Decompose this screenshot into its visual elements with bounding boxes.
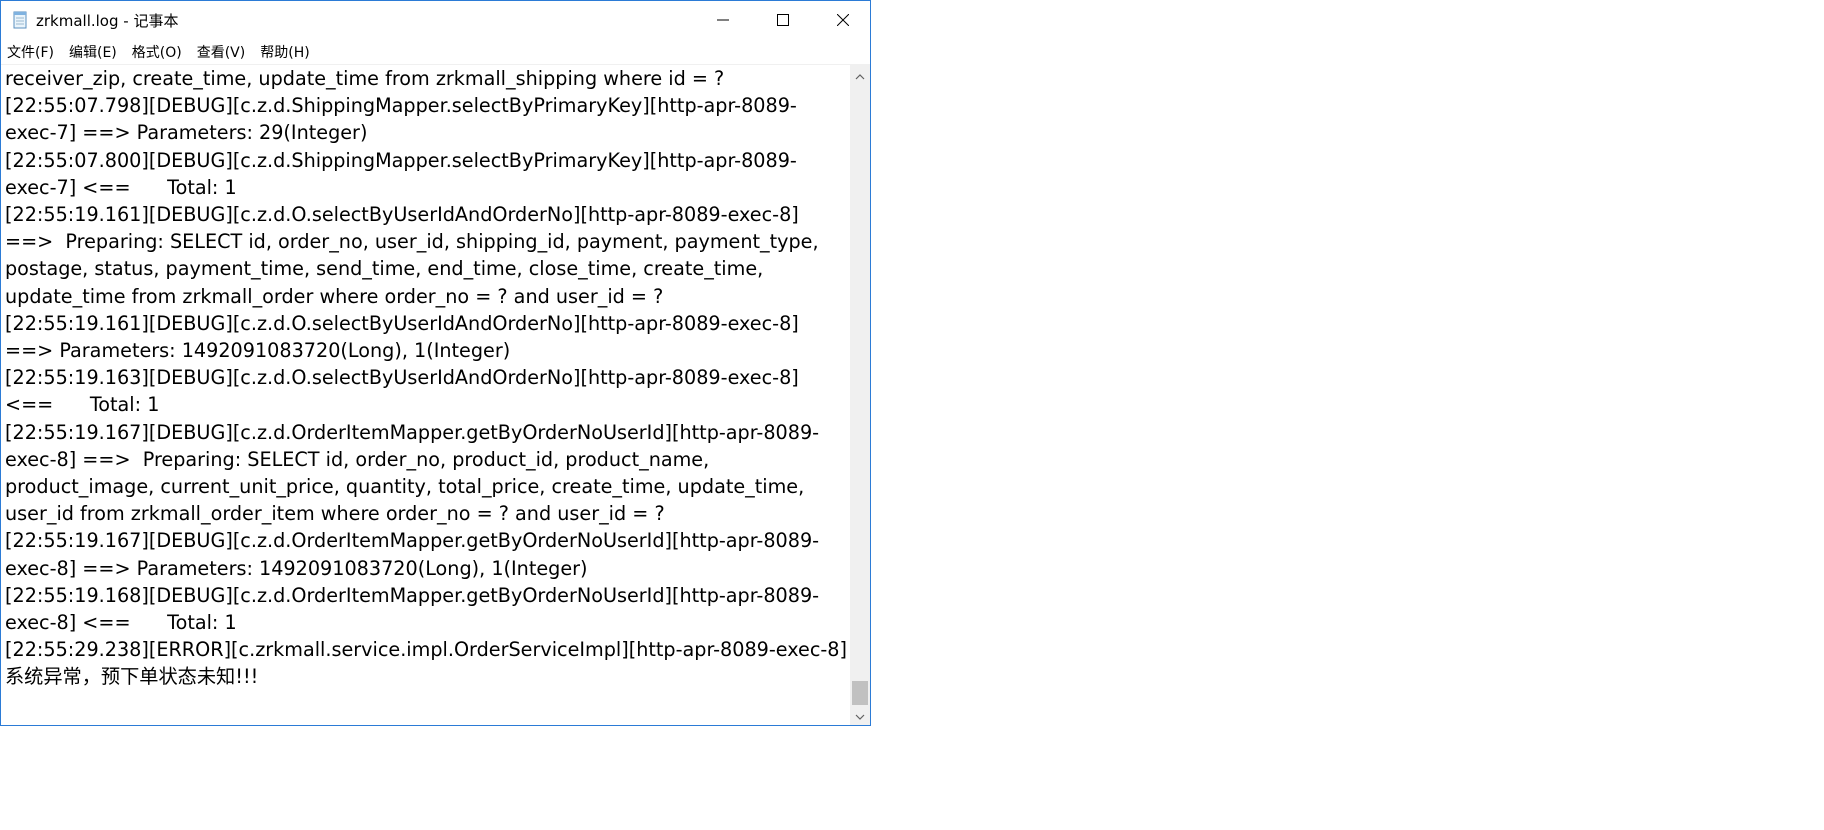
text-line: [22:55:19.163][DEBUG][c.z.d.O.selectByUs… [5,366,799,390]
text-line: user_id from zrkmall_order_item where or… [5,502,665,526]
scroll-down-button[interactable] [850,705,870,725]
text-line: exec-7] ==> Parameters: 29(Integer) [5,121,368,145]
chevron-down-icon [855,706,865,725]
notepad-icon [11,11,29,29]
text-line: exec-7] <== Total: 1 [5,175,237,199]
text-line: [22:55:19.161][DEBUG][c.z.d.O.selectByUs… [5,203,799,227]
text-line: exec-8] ==> Parameters: 1492091083720(Lo… [5,556,588,580]
text-line: [22:55:19.168][DEBUG][c.z.d.OrderItemMap… [5,583,820,607]
menu-edit[interactable]: 编辑(E) [69,42,117,62]
title-bar[interactable]: zrkmall.log - 记事本 [1,1,870,39]
text-line: [22:55:07.798][DEBUG][c.z.d.ShippingMapp… [5,94,797,118]
text-line: postage, status, payment_time, send_time… [5,257,764,281]
minimize-icon [717,11,729,30]
scrollbar-thumb[interactable] [852,681,868,705]
close-button[interactable] [811,1,875,39]
text-line: <== Total: 1 [5,393,160,417]
close-icon [836,11,850,30]
chevron-up-icon [855,66,865,85]
text-line: ==> Preparing: SELECT id, order_no, user… [5,230,819,254]
text-line: update_time from zrkmall_order where ord… [5,284,664,308]
text-line: [22:55:29.238][ERROR][c.zrkmall.service.… [5,638,847,662]
menu-view[interactable]: 查看(V) [197,42,246,62]
menu-format[interactable]: 格式(O) [132,42,182,62]
text-line: [22:55:07.800][DEBUG][c.z.d.ShippingMapp… [5,148,797,172]
window-title: zrkmall.log - 记事本 [36,12,179,30]
text-line: exec-8] ==> Preparing: SELECT id, order_… [5,447,710,471]
menu-help[interactable]: 帮助(H) [260,42,309,62]
text-line: exec-8] <== Total: 1 [5,611,237,635]
text-line: ==> Parameters: 1492091083720(Long), 1(I… [5,339,511,363]
text-line: [22:55:19.161][DEBUG][c.z.d.O.selectByUs… [5,311,799,335]
text-line: [22:55:19.167][DEBUG][c.z.d.OrderItemMap… [5,420,820,444]
scroll-up-button[interactable] [850,65,870,85]
text-line: 系统异常，预下单状态未知!!! [5,665,259,689]
minimize-button[interactable] [691,1,755,39]
maximize-button[interactable] [751,1,815,39]
text-editor[interactable]: receiver_zip, create_time, update_time f… [1,65,852,725]
menu-bar: 文件(F) 编辑(E) 格式(O) 查看(V) 帮助(H) [1,39,870,65]
text-line: [22:55:19.167][DEBUG][c.z.d.OrderItemMap… [5,529,820,553]
notepad-window: zrkmall.log - 记事本 文件(F) 编辑(E) 格式(O) 查看(V… [0,0,871,726]
text-line: product_image, current_unit_price, quant… [5,475,805,499]
vertical-scrollbar[interactable] [850,65,870,725]
menu-file[interactable]: 文件(F) [7,42,54,62]
text-line: receiver_zip, create_time, update_time f… [5,67,725,90]
maximize-icon [777,11,789,30]
